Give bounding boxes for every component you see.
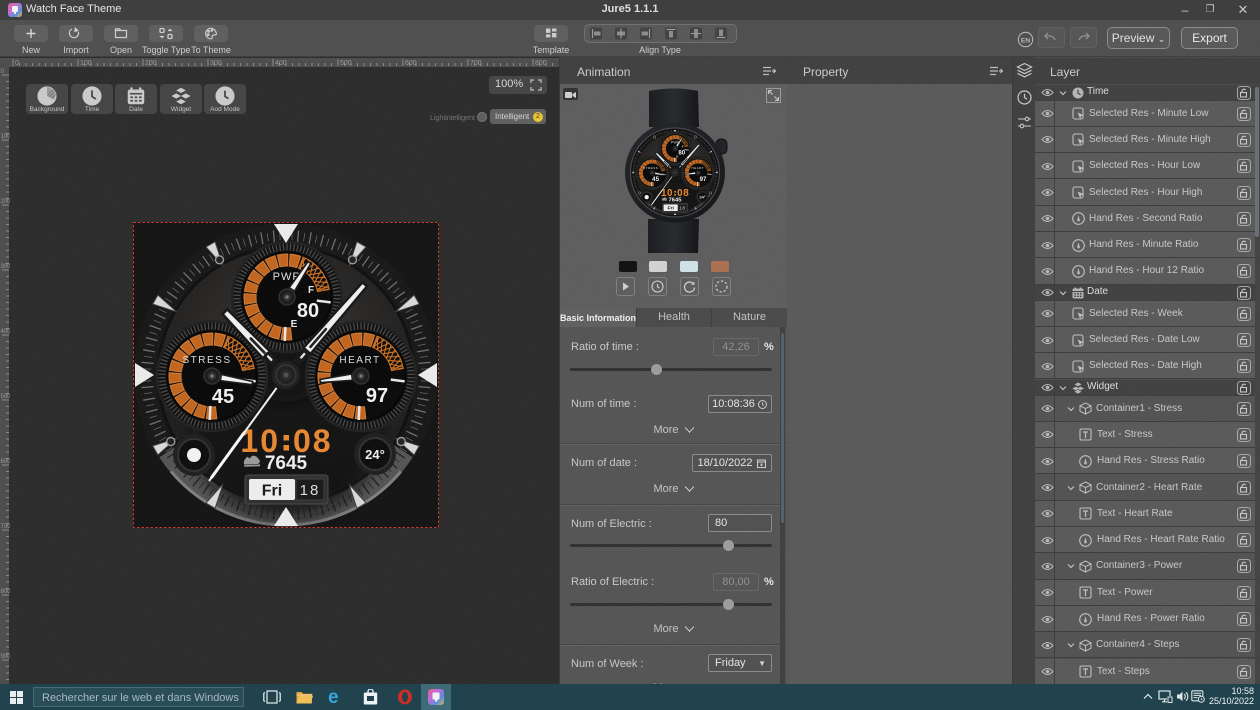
svg-text:700: 700 (470, 60, 482, 67)
svg-text:800: 800 (1, 589, 11, 595)
svg-text:100: 100 (1, 134, 11, 140)
svg-text:0: 0 (15, 60, 19, 67)
svg-text:400: 400 (1, 329, 11, 335)
svg-text:0: 0 (1, 69, 5, 75)
svg-text:200: 200 (145, 60, 157, 67)
svg-text:300: 300 (210, 60, 222, 67)
svg-text:500: 500 (1, 394, 11, 400)
svg-text:900: 900 (1, 654, 11, 660)
svg-text:200: 200 (1, 199, 11, 205)
svg-text:400: 400 (275, 60, 287, 67)
svg-text:100: 100 (80, 60, 92, 67)
svg-text:700: 700 (1, 524, 11, 530)
svg-text:300: 300 (1, 264, 11, 270)
svg-text:600: 600 (405, 60, 417, 67)
svg-text:EN: EN (1021, 37, 1030, 44)
svg-text:600: 600 (1, 459, 11, 465)
svg-text:500: 500 (340, 60, 352, 67)
svg-text:800: 800 (535, 60, 547, 67)
